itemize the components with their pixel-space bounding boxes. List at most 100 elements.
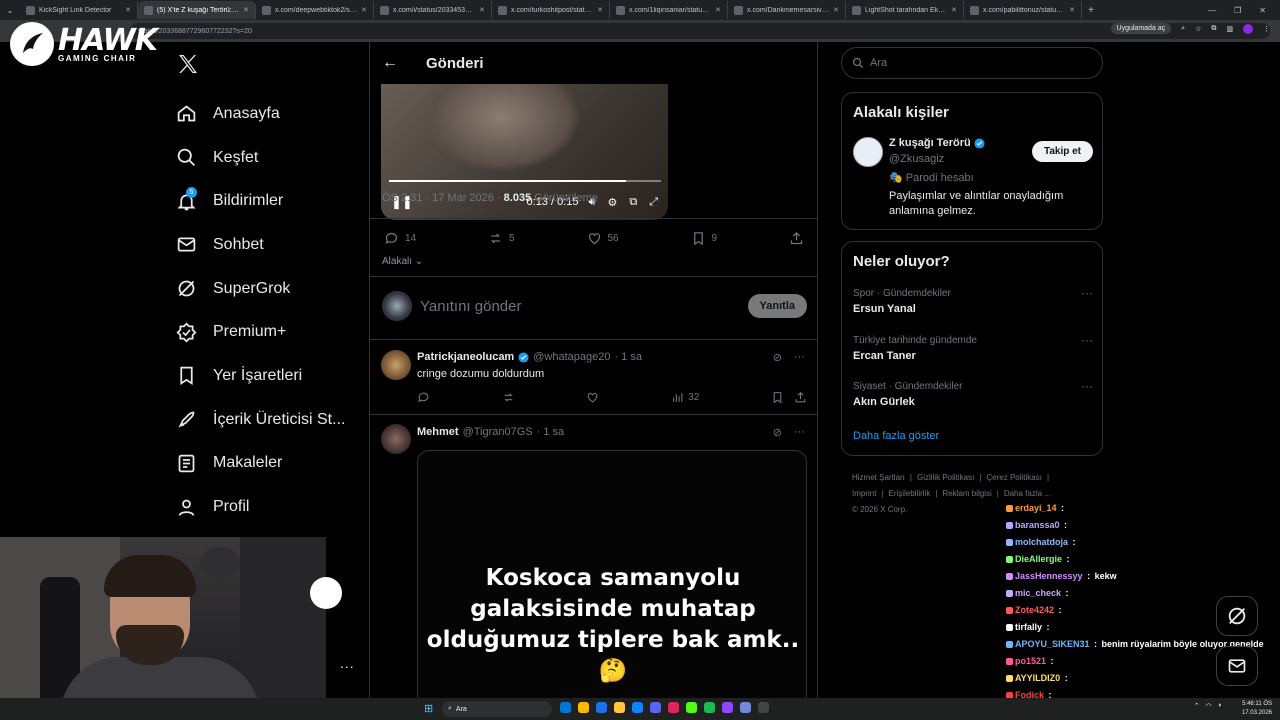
grok-icon[interactable]: ⊘: [773, 351, 782, 364]
profile-avatar[interactable]: [1243, 23, 1253, 34]
sidebar-item-grok[interactable]: SuperGrok: [176, 267, 345, 311]
sidebar-item-rocket[interactable]: İçerik Üreticisi St...: [176, 398, 345, 442]
person-handle[interactable]: @Zkusagiz: [889, 153, 944, 165]
sidebar-item-home[interactable]: Anasayfa: [176, 92, 345, 136]
extensions-icon[interactable]: ⧉: [1211, 25, 1216, 33]
address-bar[interactable]: status/2033688772960772232?s=20: [130, 23, 1270, 39]
wifi-icon[interactable]: ◠: [1206, 702, 1212, 710]
sidebar-item-mail[interactable]: Sohbet: [176, 223, 345, 267]
trend-item[interactable]: Siyaset · Gündemdekiler Akın Gürlek ···: [853, 379, 1093, 408]
sidebar-item-person[interactable]: Profil: [176, 485, 345, 529]
trend-item[interactable]: Spor · Gündemdekiler Ersun Yanal ···: [853, 286, 1093, 315]
close-tab-icon[interactable]: ✕: [715, 6, 721, 14]
browser-menu-icon[interactable]: ⋮: [1263, 25, 1270, 33]
avatar[interactable]: [853, 137, 883, 167]
browser-tab[interactable]: x.com/Dankmemesarsiv/status...✕: [728, 1, 846, 19]
trend-item[interactable]: Türkiye tarihinde gündemde Ercan Taner ···: [853, 333, 1093, 362]
more-icon[interactable]: ···: [794, 426, 805, 439]
start-button-icon[interactable]: ⊞: [424, 702, 436, 715]
app-icon[interactable]: [722, 702, 733, 713]
browser-tab[interactable]: x.com/turkoshitpost/status/203... ✕: [492, 1, 610, 19]
close-tab-icon[interactable]: ✕: [597, 6, 603, 14]
app-icon[interactable]: [560, 702, 571, 713]
messages-fab-button[interactable]: [1216, 646, 1258, 686]
footer-link[interactable]: Daha fazla ...: [1004, 489, 1051, 498]
avatar[interactable]: [381, 350, 411, 380]
more-icon[interactable]: ···: [794, 351, 805, 364]
close-tab-icon[interactable]: ✕: [125, 6, 131, 14]
app-icon[interactable]: [650, 702, 661, 713]
author-handle[interactable]: @whatapage20: [533, 351, 610, 363]
footer-link[interactable]: Gizlilik Politikası: [917, 473, 974, 482]
taskbar-search[interactable]: ⌕ Ara: [442, 701, 552, 717]
open-in-app-button[interactable]: Uygulamada aç: [1110, 23, 1172, 34]
person-name[interactable]: Z kuşağı Terörü: [889, 137, 985, 149]
volume-icon[interactable]: ◗: [1218, 702, 1222, 710]
app-icon[interactable]: [740, 702, 751, 713]
x-logo-icon[interactable]: [176, 52, 200, 76]
more-icon[interactable]: ···: [1081, 379, 1093, 393]
grok-fab-button[interactable]: [1216, 596, 1258, 636]
author-handle[interactable]: @Tigran07GS: [463, 426, 533, 438]
footer-link[interactable]: Reklam bilgisi: [942, 489, 991, 498]
reply-submit-button[interactable]: Yanıtla: [747, 294, 807, 318]
post-time[interactable]: · 1 sa: [614, 351, 642, 363]
taskbar-clock[interactable]: 5:46:11 ÖS 17.03.2026: [1242, 700, 1272, 718]
reply-button[interactable]: 14: [384, 231, 416, 246]
new-tab-button[interactable]: +: [1082, 5, 1100, 16]
sort-dropdown[interactable]: Alakalı ⌄: [382, 256, 423, 267]
tab-search-icon[interactable]: ⌄: [0, 0, 20, 20]
repost-button[interactable]: [502, 391, 515, 404]
pip-icon[interactable]: ⧉: [629, 196, 637, 209]
browser-tab[interactable]: x.com/1liqinsaniar/status/203...✕: [610, 1, 728, 19]
search-input[interactable]: Ara: [841, 47, 1103, 79]
sidebar-item-article[interactable]: Makaleler: [176, 442, 345, 486]
close-tab-icon[interactable]: ✕: [479, 6, 485, 14]
app-icon[interactable]: [668, 702, 679, 713]
app-icon[interactable]: [614, 702, 625, 713]
avatar[interactable]: [382, 291, 412, 321]
maximize-button[interactable]: ❐: [1234, 6, 1241, 15]
browser-tab[interactable]: x.com/pabilittonuz/status/203...✕: [964, 1, 1082, 19]
like-button[interactable]: 56: [587, 231, 619, 246]
repost-button[interactable]: 5: [488, 231, 515, 246]
footer-link[interactable]: Erişilebilirlik: [889, 489, 931, 498]
post-timestamp[interactable]: ÖS 2:31 · 17 Mar 2026 ·: [382, 192, 504, 204]
bookmark-button[interactable]: 9: [691, 231, 717, 246]
sidebar-item-bookmark[interactable]: Yer İşaretleri: [176, 354, 345, 398]
post-time[interactable]: · 1 sa: [537, 426, 565, 438]
sidebar-item-verified[interactable]: Premium+: [176, 310, 345, 354]
close-window-button[interactable]: ✕: [1259, 6, 1266, 15]
app-icon[interactable]: [632, 702, 643, 713]
close-tab-icon[interactable]: ✕: [361, 6, 367, 14]
app-icon[interactable]: [686, 702, 697, 713]
more-options-icon[interactable]: ...: [340, 655, 355, 671]
post-media[interactable]: Koskoca samanyolu galaksisinde muhatap o…: [417, 450, 807, 698]
avatar[interactable]: [381, 424, 411, 454]
author-name[interactable]: Mehmet: [417, 426, 459, 438]
fullscreen-icon[interactable]: ⤢: [649, 196, 658, 209]
grok-icon[interactable]: ⊘: [773, 426, 782, 439]
share-button[interactable]: [789, 231, 804, 246]
app-icon[interactable]: [596, 702, 607, 713]
follow-button[interactable]: Takip et: [1031, 141, 1093, 162]
close-tab-icon[interactable]: ✕: [951, 6, 957, 14]
settings-icon[interactable]: ⚙: [607, 196, 617, 209]
footer-link[interactable]: Imprint: [852, 489, 876, 498]
browser-tab[interactable]: x.com/deepwebtiktok2/status/...✕: [256, 1, 374, 19]
views-button[interactable]: 32: [671, 391, 699, 404]
reply-input[interactable]: Yanıtını gönder: [420, 298, 521, 315]
browser-tab[interactable]: x.com/i/status/2033453475074... ✕: [374, 1, 492, 19]
star-icon[interactable]: ☆: [1195, 25, 1201, 33]
close-tab-icon[interactable]: ✕: [243, 6, 249, 14]
browser-tab[interactable]: LightShot tarafından Ekran Gör...✕: [846, 1, 964, 19]
more-icon[interactable]: ···: [1081, 333, 1093, 347]
back-arrow-icon[interactable]: ←: [382, 54, 398, 72]
close-tab-icon[interactable]: ✕: [833, 6, 839, 14]
more-icon[interactable]: ···: [1081, 286, 1093, 300]
sidebar-item-bell[interactable]: 5 Bildirimler: [176, 179, 345, 223]
compose-button[interactable]: [310, 577, 342, 609]
minimize-button[interactable]: —: [1208, 6, 1216, 15]
browser-tab[interactable]: KickSight Link Detector ✕: [20, 1, 138, 19]
share-icon[interactable]: [794, 391, 807, 404]
